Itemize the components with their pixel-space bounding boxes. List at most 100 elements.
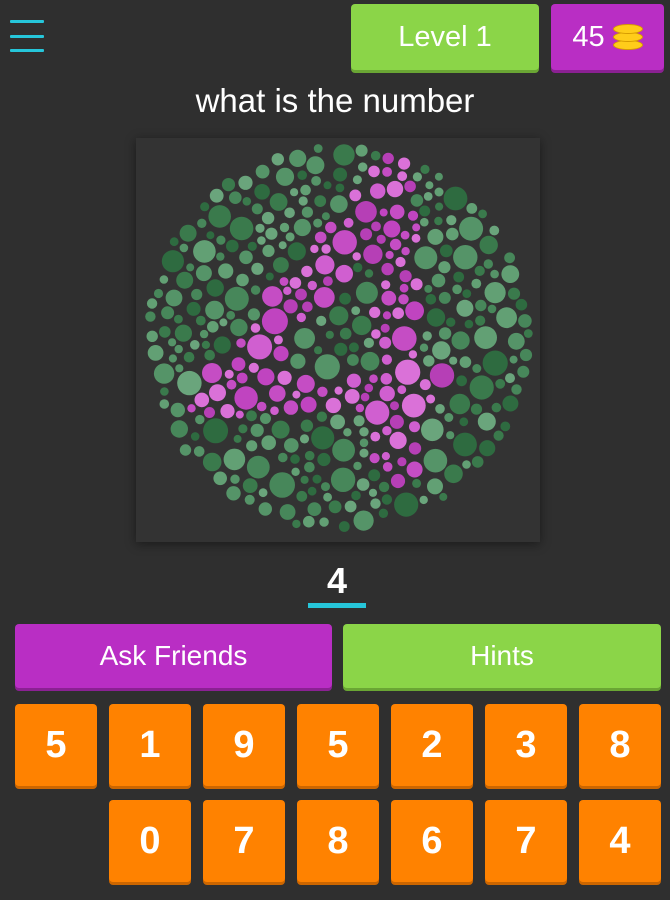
plate-dot — [250, 323, 261, 333]
plate-dot — [174, 344, 183, 354]
plate-dot — [246, 410, 257, 422]
hamburger-menu-icon[interactable] — [10, 20, 44, 52]
plate-dot — [238, 175, 253, 190]
key-row1-7[interactable]: 8 — [579, 704, 661, 786]
plate-dot — [244, 494, 255, 505]
plate-dot — [302, 301, 313, 313]
plate-dot — [261, 211, 275, 225]
plate-dot — [323, 276, 333, 286]
plate-dot — [197, 218, 207, 228]
plate-dot — [300, 475, 309, 484]
plate-dot — [427, 478, 443, 495]
plate-dot — [186, 263, 195, 272]
key-row2-4[interactable]: 6 — [391, 800, 473, 882]
key-row2-1[interactable]: 0 — [109, 800, 191, 882]
key-row2-2[interactable]: 7 — [203, 800, 285, 882]
plate-dot — [422, 331, 432, 341]
plate-dot — [294, 328, 315, 349]
key-row2-6[interactable]: 4 — [579, 800, 661, 882]
plate-dot — [519, 348, 533, 362]
plate-dot — [307, 280, 317, 291]
plate-dot — [258, 488, 268, 498]
plate-dot — [297, 170, 307, 180]
plate-dot — [459, 216, 484, 241]
plate-dot — [404, 180, 416, 193]
ask-friends-button[interactable]: Ask Friends — [15, 624, 332, 688]
plate-dot — [179, 243, 189, 253]
plate-dot — [493, 430, 504, 441]
plate-dot — [399, 283, 409, 293]
plate-dot — [423, 192, 433, 201]
plate-dot — [295, 288, 307, 301]
plate-dot — [290, 353, 306, 369]
plate-dot — [262, 286, 283, 307]
plate-dot — [316, 315, 327, 326]
plate-dot — [411, 233, 421, 243]
plate-dot — [397, 385, 407, 395]
plate-dot — [439, 492, 448, 501]
plate-dot — [278, 452, 288, 463]
plate-dot — [425, 181, 434, 190]
plate-dot — [234, 386, 258, 410]
key-row1-4[interactable]: 5 — [297, 704, 379, 786]
coins-badge[interactable]: 45 — [551, 4, 664, 70]
plate-dot — [438, 261, 451, 274]
plate-dot — [275, 167, 295, 186]
plate-dot — [216, 235, 226, 245]
plate-dot — [414, 246, 438, 270]
plate-dot — [203, 418, 229, 444]
plate-dot — [313, 218, 323, 228]
plate-dot — [261, 435, 276, 451]
plate-dot — [204, 349, 215, 361]
plate-dot — [206, 231, 215, 240]
plate-dot — [323, 492, 332, 502]
plate-dot — [449, 356, 458, 365]
plate-dot — [229, 216, 254, 241]
key-row1-3[interactable]: 9 — [203, 704, 285, 786]
plate-dot — [279, 277, 289, 286]
plate-dot — [456, 299, 474, 317]
key-row1-5[interactable]: 2 — [391, 704, 473, 786]
key-row1-1[interactable]: 5 — [15, 704, 97, 786]
plate-dot — [389, 431, 407, 449]
plate-dot — [279, 504, 296, 520]
key-row2-3[interactable]: 8 — [297, 800, 379, 882]
plate-dot — [438, 327, 452, 340]
plate-dot — [187, 404, 196, 413]
plate-dot — [159, 326, 171, 338]
plate-dot — [316, 411, 328, 422]
plate-dot — [265, 272, 274, 281]
plate-dot — [435, 404, 445, 414]
plate-dot — [193, 446, 205, 457]
plate-dot — [177, 370, 202, 396]
plate-dot — [397, 171, 408, 182]
plate-dot — [248, 362, 259, 373]
plate-dot — [427, 228, 444, 245]
plate-dot — [484, 282, 506, 304]
plate-dot — [344, 500, 357, 513]
plate-dot — [260, 413, 271, 424]
plate-dot — [231, 357, 246, 371]
key-row2-5[interactable]: 7 — [485, 800, 567, 882]
plate-dot — [317, 452, 331, 467]
plate-dot — [370, 498, 381, 509]
key-row1-2[interactable]: 1 — [109, 704, 191, 786]
plate-dot — [382, 311, 392, 320]
plate-dot — [285, 232, 295, 242]
hints-button[interactable]: Hints — [343, 624, 661, 688]
answer-underline — [308, 603, 366, 608]
plate-dot — [315, 255, 335, 275]
plate-dot — [290, 454, 300, 464]
plate-dot — [381, 280, 391, 290]
plate-dot — [502, 395, 519, 412]
plate-dot — [363, 244, 383, 264]
plate-dot — [314, 354, 340, 380]
plate-dot — [277, 370, 292, 385]
key-row1-6[interactable]: 3 — [485, 704, 567, 786]
plate-dot — [314, 346, 323, 355]
plate-dot — [146, 330, 158, 342]
plate-dot — [218, 263, 234, 279]
plate-dot — [209, 384, 226, 402]
menu-bar-bottom — [10, 49, 44, 52]
plate-dot — [479, 440, 496, 457]
